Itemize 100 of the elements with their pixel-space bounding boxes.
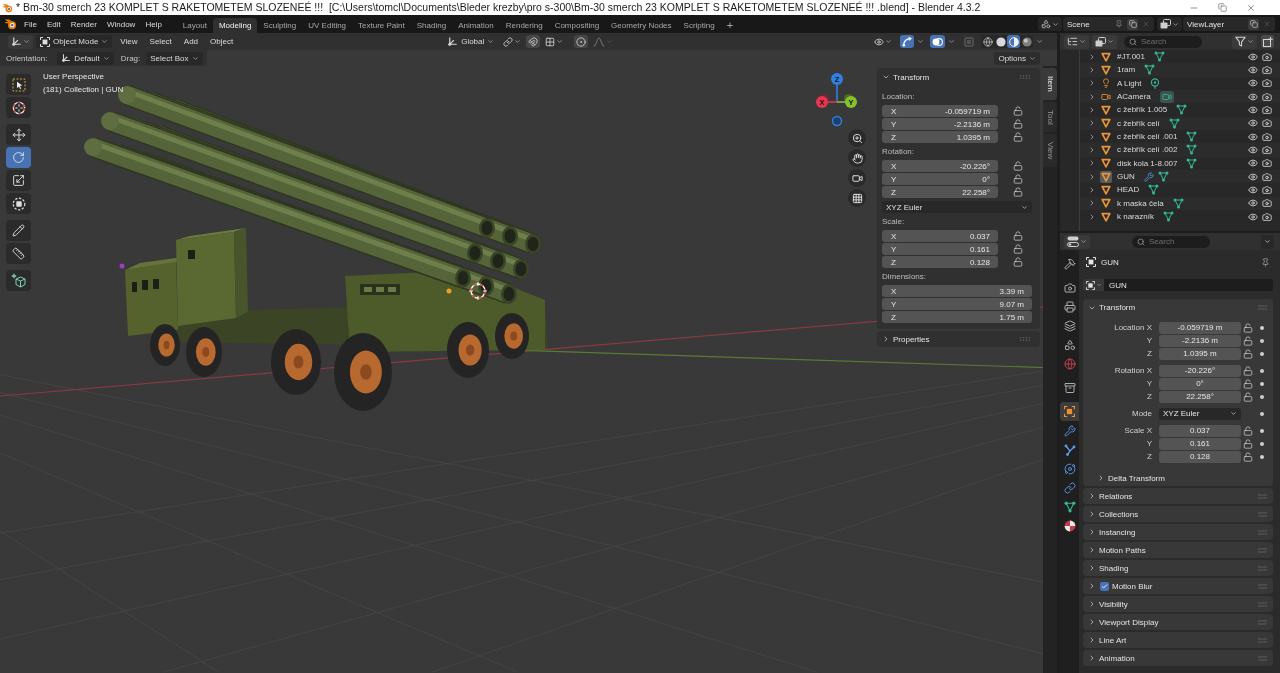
eye-icon[interactable] (1248, 65, 1258, 75)
chevron-right-icon[interactable] (1088, 528, 1096, 536)
number-field[interactable]: Z 1.0395 m (882, 131, 998, 143)
unlocked-padlock-icon[interactable] (1013, 174, 1023, 184)
menu-item[interactable]: Help (140, 16, 167, 32)
panel-title[interactable]: Relations (1099, 491, 1133, 501)
chevron-right-icon[interactable] (1088, 492, 1096, 500)
snap-button[interactable] (526, 35, 541, 48)
checkbox[interactable] (1100, 581, 1109, 591)
number-field[interactable]: Y 0° (882, 173, 998, 185)
unlocked-padlock-icon[interactable] (1243, 425, 1253, 436)
orientation-dropdown[interactable]: Default (57, 51, 114, 65)
close-icon[interactable] (1246, 2, 1256, 13)
camera-icon[interactable] (1262, 65, 1272, 75)
chevron-right-icon[interactable] (1088, 654, 1096, 662)
panel-title[interactable]: Collections (1099, 509, 1139, 519)
sidebar-tab[interactable]: Item (1043, 68, 1057, 100)
outliner-row[interactable]: 1ram (1080, 63, 1280, 77)
shading-button[interactable] (1007, 35, 1020, 48)
view-layer-selector-button[interactable] (1157, 17, 1182, 31)
keyframe-dot-icon[interactable] (1260, 351, 1264, 356)
xray-toggle-button[interactable] (962, 35, 976, 48)
keyframe-dot-icon[interactable] (1260, 411, 1264, 416)
unlocked-padlock-icon[interactable] (1013, 231, 1023, 241)
menu-item[interactable]: Render (65, 16, 102, 32)
name-field[interactable]: GUN (1104, 279, 1273, 291)
unlocked-padlock-icon[interactable] (1243, 348, 1253, 359)
number-field[interactable]: X -0.059719 m (882, 105, 998, 117)
chevron-down-icon[interactable] (948, 38, 955, 45)
number-field[interactable]: 22.258° (1159, 390, 1241, 403)
keyframe-dot-icon[interactable] (1260, 441, 1264, 446)
eye-icon[interactable] (1248, 158, 1258, 169)
unlocked-padlock-icon[interactable] (1243, 378, 1253, 389)
view-layer-field[interactable]: ViewLayer (1183, 17, 1275, 31)
camera-icon[interactable] (1262, 211, 1272, 222)
chevron-right-icon[interactable] (882, 335, 890, 343)
shading-button[interactable] (981, 35, 994, 48)
workspace-tab[interactable]: Scripting (677, 18, 721, 33)
logo-icon[interactable] (5, 18, 17, 30)
menu-item[interactable]: Object (205, 35, 239, 48)
eye-icon[interactable] (1248, 131, 1258, 142)
tool-button[interactable] (6, 124, 31, 145)
number-field[interactable]: 0.161 (1159, 437, 1241, 450)
panel-title[interactable]: Instancing (1099, 527, 1136, 537)
camera-icon[interactable] (1262, 131, 1272, 142)
eye-icon[interactable] (1248, 104, 1258, 115)
sidebar-tab[interactable]: View (1043, 134, 1057, 168)
rotation-mode-dropdown[interactable]: XYZ Euler (1159, 407, 1241, 420)
new-collection-icon[interactable] (1261, 35, 1274, 48)
hand-icon[interactable] (848, 149, 866, 167)
eye-icon[interactable] (1248, 198, 1258, 209)
unlocked-padlock-icon[interactable] (1013, 187, 1023, 197)
editor-type-button[interactable] (1064, 234, 1090, 249)
tool-button[interactable] (6, 243, 31, 264)
panel-title[interactable]: Line Art (1099, 635, 1127, 645)
keyframe-dot-icon[interactable] (1260, 381, 1264, 386)
menu-item[interactable]: Window (101, 16, 141, 32)
unlocked-padlock-icon[interactable] (1243, 322, 1253, 333)
number-field[interactable]: 1.0395 m (1159, 347, 1241, 360)
workspace-tab[interactable]: Modeling (212, 18, 258, 33)
keyframe-dot-icon[interactable] (1260, 325, 1264, 330)
search-field[interactable]: Search (1124, 35, 1202, 48)
chevron-right-icon[interactable] (1088, 618, 1096, 626)
workspace-tab[interactable]: Compositing (548, 18, 606, 33)
number-field[interactable]: Z 1.75 m (882, 311, 1032, 323)
camera-icon[interactable] (848, 169, 866, 187)
keyframe-dot-icon[interactable] (1260, 428, 1264, 433)
number-field[interactable]: Z 22.258° (882, 186, 998, 198)
pin-icon[interactable] (1261, 257, 1270, 267)
panel-title[interactable]: Motion Blur (1112, 581, 1153, 591)
panel-title[interactable]: Transform (893, 72, 930, 82)
filter-button[interactable] (1232, 34, 1257, 49)
scene-selector-button[interactable] (1038, 17, 1062, 31)
display-mode-button[interactable] (1092, 34, 1117, 49)
camera-icon[interactable] (1262, 144, 1272, 155)
options-dropdown[interactable]: Options (994, 51, 1040, 65)
overlays-toggle-button[interactable] (930, 35, 945, 48)
rotation-mode-dropdown[interactable]: XYZ Euler (882, 201, 1032, 213)
search-field[interactable]: Search (1132, 235, 1210, 248)
editor-type-button[interactable] (8, 34, 33, 49)
camera-icon[interactable] (1262, 118, 1272, 129)
eye-icon[interactable] (1248, 184, 1258, 195)
unlocked-padlock-icon[interactable] (1013, 132, 1023, 142)
eye-icon[interactable] (1248, 78, 1258, 89)
unlocked-padlock-icon[interactable] (1243, 365, 1253, 376)
chevron-right-icon[interactable] (1088, 564, 1096, 572)
number-field[interactable]: X 0.037 (882, 230, 998, 242)
camera-icon[interactable] (1262, 78, 1272, 89)
workspace-tab[interactable]: Shading (410, 18, 453, 33)
workspace-tab[interactable]: UV Editing (302, 18, 353, 33)
menu-item[interactable]: View (115, 35, 143, 48)
unlocked-padlock-icon[interactable] (1243, 391, 1253, 402)
number-field[interactable]: Y -2.2136 m (882, 118, 998, 130)
add-workspace-button[interactable]: + (720, 18, 740, 33)
camera-icon[interactable] (1262, 158, 1272, 169)
tool-button[interactable] (6, 147, 31, 168)
number-field[interactable]: -2.2136 m (1159, 334, 1241, 347)
camera-icon[interactable] (1262, 198, 1272, 209)
unlocked-padlock-icon[interactable] (1013, 244, 1023, 254)
unlocked-padlock-icon[interactable] (1013, 257, 1023, 267)
